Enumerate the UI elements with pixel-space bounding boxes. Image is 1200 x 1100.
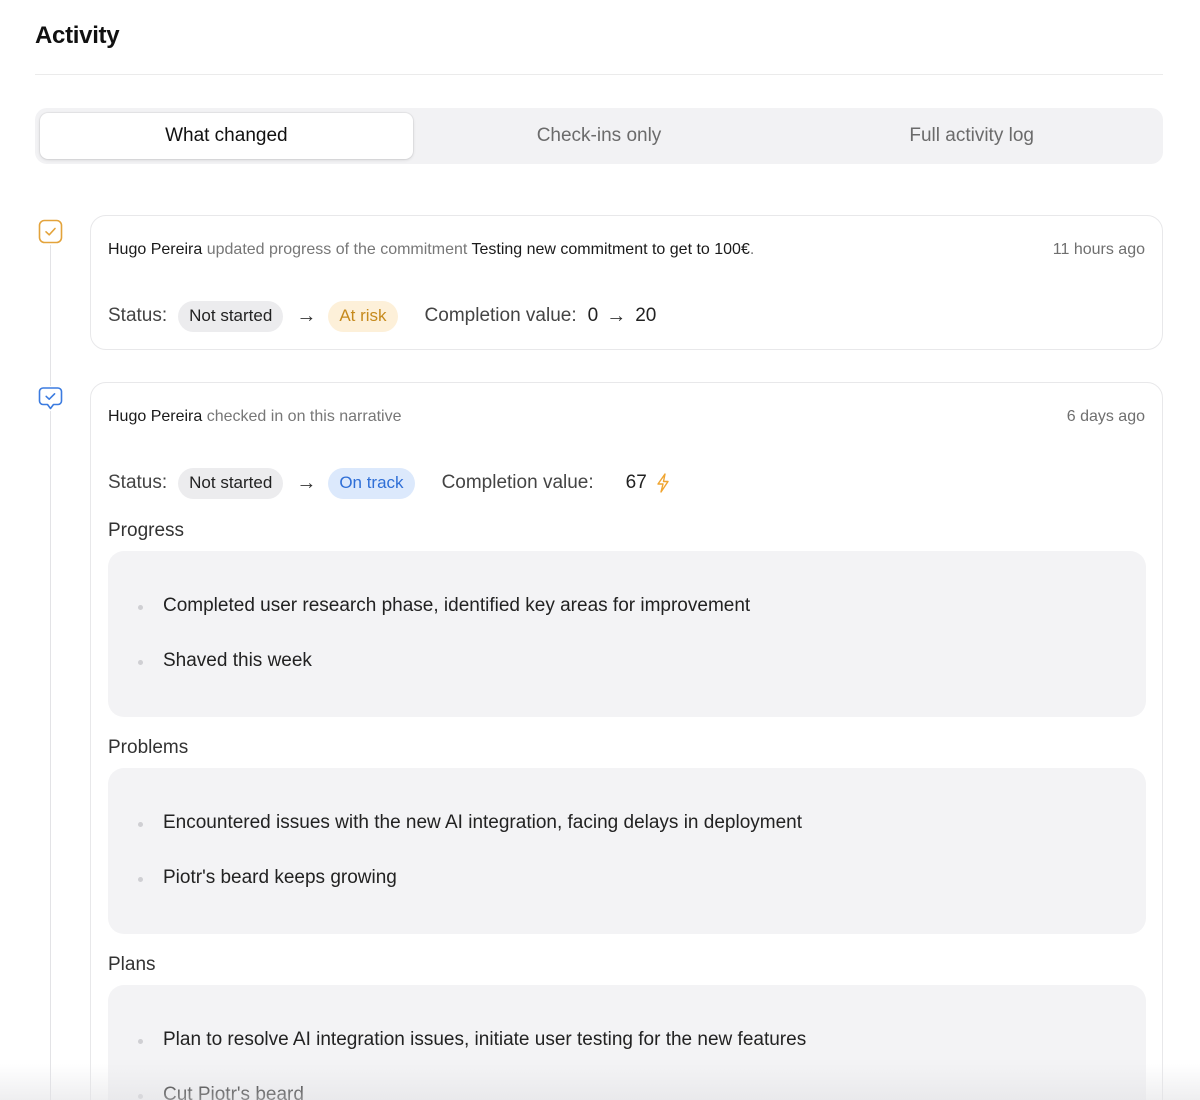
action-text: updated progress of the commitment (206, 241, 468, 258)
section-title-problems: Problems (108, 737, 189, 758)
commitment-link[interactable]: Testing new commitment to get to 100€ (471, 241, 749, 258)
commitment-check-icon (38, 219, 63, 244)
status-change-row: Status: Not started → On track Completio… (108, 467, 671, 499)
status-badge-to: At risk (328, 300, 398, 332)
tab-what-changed[interactable]: What changed (40, 113, 413, 159)
tab-check-ins-only[interactable]: Check-ins only (413, 113, 786, 159)
status-badge-from: Not started (178, 300, 284, 332)
list-item: Encountered issues with the new AI integ… (138, 812, 802, 833)
status-label: Status: (108, 472, 168, 493)
tab-full-activity-log[interactable]: Full activity log (785, 113, 1158, 159)
completion-to: 20 (635, 305, 657, 326)
activity-card-header: Hugo Pereira updated progress of the com… (108, 240, 1145, 260)
progress-notes: Completed user research phase, identifie… (108, 551, 1146, 717)
status-label: Status: (108, 305, 168, 326)
action-text: checked in on this narrative (206, 408, 402, 425)
arrow-icon: → (296, 304, 317, 327)
timestamp: 6 days ago (1066, 408, 1145, 425)
completion-value: 67 (625, 472, 647, 493)
actor-name[interactable]: Hugo Pereira (108, 241, 202, 258)
activity-card-header: Hugo Pereira checked in on this narrativ… (108, 407, 1145, 427)
list-item: Piotr's beard keeps growing (138, 867, 397, 888)
trailing-period: . (749, 241, 755, 258)
list-item: Completed user research phase, identifie… (137, 595, 751, 616)
page-title: Activity (35, 22, 120, 49)
title-divider (35, 74, 1163, 75)
section-title-progress: Progress (108, 520, 185, 541)
list-item: Cut Piotr's beard (138, 1084, 304, 1100)
section-title-plans: Plans (108, 954, 156, 975)
activity-card-commitment-update: Hugo Pereira updated progress of the com… (90, 215, 1163, 350)
plans-notes: Plan to resolve AI integration issues, i… (108, 985, 1146, 1100)
status-badge-from: Not started (178, 467, 284, 499)
activity-card-checkin: Hugo Pereira checked in on this narrativ… (90, 382, 1163, 1100)
list-item: Shaved this week (138, 650, 312, 671)
completion-label: Completion value: (441, 472, 594, 493)
status-badge-to: On track (328, 467, 415, 499)
arrow-icon: → (296, 471, 317, 494)
arrow-icon: → (606, 304, 627, 327)
completion-from: 0 (587, 305, 599, 326)
completion-label: Completion value: (424, 305, 577, 326)
activity-filter-tabs: What changed Check-ins only Full activit… (35, 108, 1163, 164)
timeline-line (50, 245, 51, 1100)
problems-notes: Encountered issues with the new AI integ… (108, 768, 1146, 934)
lightning-icon (655, 473, 671, 493)
actor-name[interactable]: Hugo Pereira (108, 408, 202, 425)
timestamp: 11 hours ago (1052, 241, 1145, 258)
status-change-row: Status: Not started → At risk Completion… (108, 300, 656, 332)
checkin-bubble-icon (38, 386, 63, 411)
list-item: Plan to resolve AI integration issues, i… (137, 1029, 807, 1050)
